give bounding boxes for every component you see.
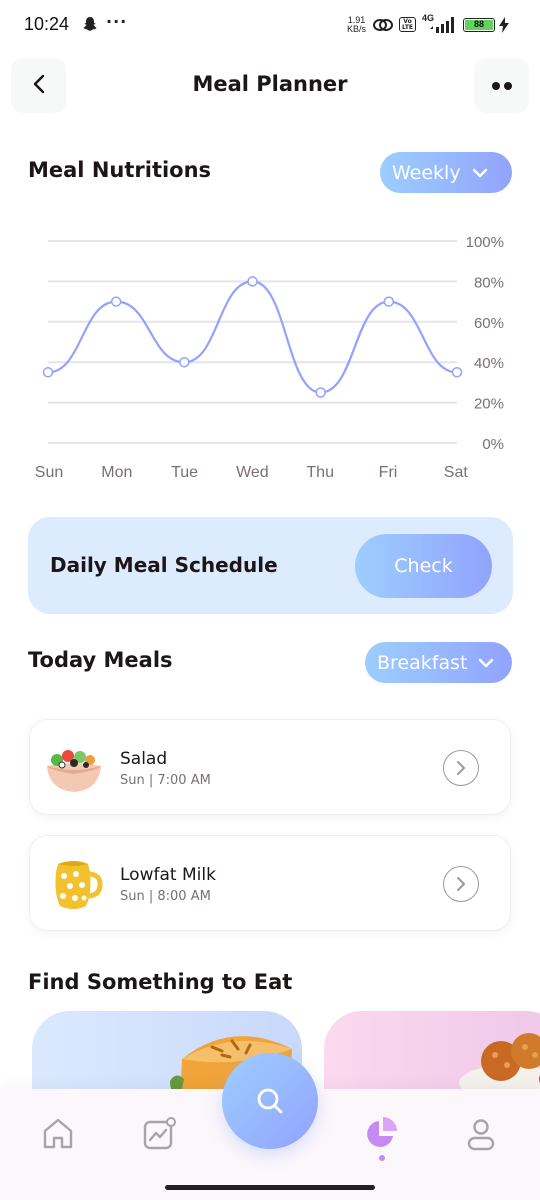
meal-open-button[interactable] — [443, 866, 479, 902]
signal-icon — [430, 17, 456, 37]
home-indicator — [165, 1185, 375, 1190]
snapchat-icon — [82, 16, 98, 36]
nav-profile[interactable] — [461, 1114, 501, 1154]
chart-x-tick-label: Mon — [101, 464, 132, 481]
chevron-down-icon — [479, 658, 494, 667]
network-speed: 1.91 KB/s — [347, 15, 367, 34]
status-time: 10:24 — [24, 14, 70, 34]
search-button[interactable] — [222, 1053, 318, 1149]
two-dots-icon — [490, 76, 514, 95]
nav-meal-stats[interactable] — [361, 1114, 401, 1154]
chevron-right-icon — [457, 877, 465, 891]
chart-x-tick-label: Wed — [236, 464, 269, 481]
chart-x-tick-label: Sat — [444, 464, 469, 481]
today-meals-title: Today Meals — [28, 648, 173, 672]
chart-y-tick-label: 0% — [482, 436, 504, 453]
profile-icon — [467, 1119, 495, 1151]
find-section-title: Find Something to Eat — [28, 970, 293, 994]
active-indicator — [379, 1155, 385, 1161]
chart-data-point — [451, 367, 463, 378]
activity-icon — [143, 1117, 176, 1150]
charging-icon — [499, 17, 509, 37]
meal-name: Lowfat Milk — [120, 865, 216, 885]
nutrition-section-title: Meal Nutritions — [28, 158, 212, 182]
meal-time: Sun | 7:00 AM — [120, 773, 211, 788]
nav-activity[interactable] — [139, 1114, 179, 1154]
chart-series-line — [47, 280, 458, 394]
chart-data-point — [110, 296, 122, 307]
page-title: Meal Planner — [192, 72, 348, 96]
meal-card-milk[interactable]: Lowfat Milk Sun | 8:00 AM — [29, 835, 511, 931]
meal-type-dropdown[interactable]: Breakfast — [365, 642, 512, 683]
milk-jug-icon — [55, 861, 103, 909]
meal-type-label: Breakfast — [377, 651, 468, 674]
chart-data-point — [42, 367, 54, 378]
search-icon — [257, 1088, 283, 1114]
schedule-label: Daily Meal Schedule — [50, 553, 278, 577]
period-dropdown-label: Weekly — [392, 161, 461, 184]
more-notifications-icon: ··· — [106, 12, 128, 31]
meal-time: Sun | 8:00 AM — [120, 889, 211, 904]
status-bar: 10:24 ··· 1.91 KB/s Vo LTE 4G 88 — [0, 0, 540, 50]
nutrition-chart: 100% 80% 60% 40% 20% 0% Sun Mon Tue Wed Thu Fri Sat — [35, 234, 504, 481]
hotspot-link-icon — [372, 16, 394, 38]
chart-data-point — [315, 387, 326, 398]
meal-name: Salad — [120, 749, 168, 769]
chart-y-tick-label: 20% — [474, 396, 504, 413]
check-button[interactable]: Check — [355, 534, 492, 598]
chart-y-tick-label: 100% — [466, 234, 504, 251]
chart-x-tick-label: Fri — [379, 464, 398, 481]
meal-open-button[interactable] — [443, 750, 479, 786]
find-card-pancakes[interactable] — [324, 1011, 540, 1101]
salad-bowl-icon — [47, 750, 101, 792]
chart-y-tick-label: 80% — [474, 274, 504, 291]
chart-data-point — [247, 276, 258, 287]
meal-card-salad[interactable]: Salad Sun | 7:00 AM — [29, 719, 511, 815]
chart-data-point — [383, 296, 395, 307]
chevron-down-icon — [472, 168, 487, 177]
chevron-right-icon — [457, 761, 465, 775]
period-dropdown[interactable]: Weekly — [380, 152, 512, 193]
chart-x-tick-label: Thu — [306, 464, 334, 481]
pie-chart-icon — [367, 1117, 397, 1147]
daily-schedule-card: Daily Meal Schedule Check — [28, 517, 513, 614]
chart-y-tick-label: 60% — [474, 315, 504, 332]
chart-data-point — [179, 356, 190, 368]
more-options-button[interactable] — [474, 58, 529, 113]
chart-y-tick-label: 40% — [474, 355, 504, 372]
home-icon — [43, 1118, 73, 1149]
chart-x-tick-label: Sun — [35, 464, 63, 481]
nav-home[interactable] — [38, 1114, 78, 1154]
volte-icon: Vo LTE — [399, 17, 416, 32]
battery-icon: 88 — [463, 18, 495, 32]
battery-level: 88 — [465, 20, 493, 30]
chart-x-tick-label: Tue — [171, 464, 198, 481]
